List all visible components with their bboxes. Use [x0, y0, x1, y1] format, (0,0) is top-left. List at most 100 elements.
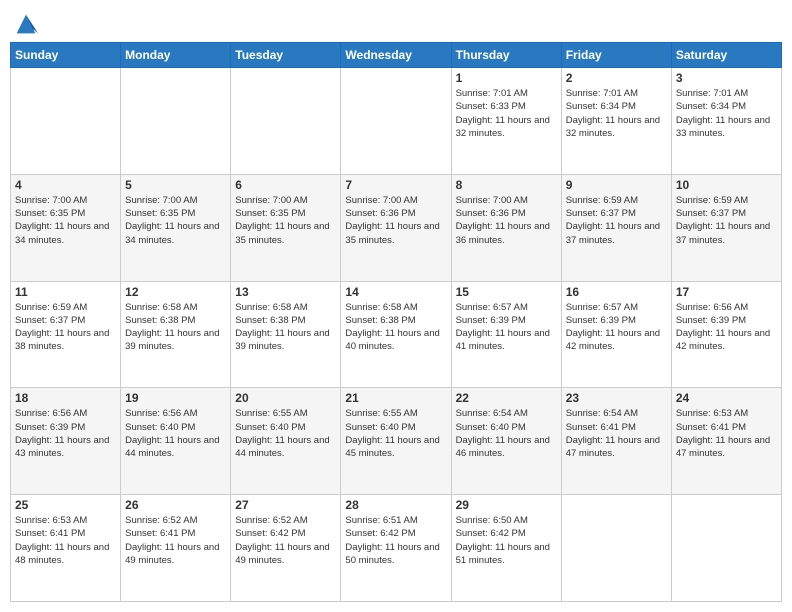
- day-info: Sunrise: 6:51 AM Sunset: 6:42 PM Dayligh…: [345, 514, 446, 567]
- calendar-cell: 15 Sunrise: 6:57 AM Sunset: 6:39 PM Dayli…: [451, 281, 561, 388]
- calendar-cell: 24 Sunrise: 6:53 AM Sunset: 6:41 PM Dayli…: [671, 388, 781, 495]
- day-info: Sunrise: 7:00 AM Sunset: 6:35 PM Dayligh…: [15, 194, 116, 247]
- calendar-cell: [121, 68, 231, 175]
- day-info: Sunrise: 6:53 AM Sunset: 6:41 PM Dayligh…: [676, 407, 777, 460]
- calendar-cell: 1 Sunrise: 7:01 AM Sunset: 6:33 PM Daylig…: [451, 68, 561, 175]
- day-number: 24: [676, 391, 777, 405]
- day-info: Sunrise: 6:53 AM Sunset: 6:41 PM Dayligh…: [15, 514, 116, 567]
- day-number: 12: [125, 285, 226, 299]
- day-number: 19: [125, 391, 226, 405]
- calendar-header-monday: Monday: [121, 43, 231, 68]
- day-number: 14: [345, 285, 446, 299]
- calendar-cell: 28Sunrise: 6:51 AM Sunset: 6:42 PM Dayli…: [341, 495, 451, 602]
- calendar-header-row: SundayMondayTuesdayWednesdayThursdayFrid…: [11, 43, 782, 68]
- day-number: 7: [345, 178, 446, 192]
- day-info: Sunrise: 6:59 AM Sunset: 6:37 PM Dayligh…: [15, 301, 116, 354]
- calendar-week-2: 4 Sunrise: 7:00 AM Sunset: 6:35 PM Daylig…: [11, 174, 782, 281]
- calendar-cell: [11, 68, 121, 175]
- logo-icon: [12, 10, 40, 38]
- day-info: Sunrise: 6:56 AM Sunset: 6:39 PM Dayligh…: [676, 301, 777, 354]
- day-info: Sunrise: 6:57 AM Sunset: 6:39 PM Dayligh…: [566, 301, 667, 354]
- day-info: Sunrise: 7:00 AM Sunset: 6:35 PM Dayligh…: [125, 194, 226, 247]
- day-info: Sunrise: 6:56 AM Sunset: 6:39 PM Dayligh…: [15, 407, 116, 460]
- day-number: 20: [235, 391, 336, 405]
- calendar-cell: 4 Sunrise: 7:00 AM Sunset: 6:35 PM Daylig…: [11, 174, 121, 281]
- calendar-cell: 19Sunrise: 6:56 AM Sunset: 6:40 PM Dayli…: [121, 388, 231, 495]
- calendar-cell: 7 Sunrise: 7:00 AM Sunset: 6:36 PM Daylig…: [341, 174, 451, 281]
- page: SundayMondayTuesdayWednesdayThursdayFrid…: [0, 0, 792, 612]
- calendar-cell: [671, 495, 781, 602]
- day-number: 6: [235, 178, 336, 192]
- calendar-cell: 25 Sunrise: 6:53 AM Sunset: 6:41 PM Dayli…: [11, 495, 121, 602]
- day-number: 1: [456, 71, 557, 85]
- day-info: Sunrise: 6:57 AM Sunset: 6:39 PM Dayligh…: [456, 301, 557, 354]
- calendar-cell: 3 Sunrise: 7:01 AM Sunset: 6:34 PM Daylig…: [671, 68, 781, 175]
- calendar-cell: 21 Sunrise: 6:55 AM Sunset: 6:40 PM Dayli…: [341, 388, 451, 495]
- day-number: 5: [125, 178, 226, 192]
- day-number: 2: [566, 71, 667, 85]
- day-number: 18: [15, 391, 116, 405]
- day-info: Sunrise: 6:58 AM Sunset: 6:38 PM Dayligh…: [235, 301, 336, 354]
- day-info: Sunrise: 6:55 AM Sunset: 6:40 PM Dayligh…: [235, 407, 336, 460]
- calendar-cell: 26Sunrise: 6:52 AM Sunset: 6:41 PM Dayli…: [121, 495, 231, 602]
- day-info: Sunrise: 7:00 AM Sunset: 6:36 PM Dayligh…: [456, 194, 557, 247]
- calendar-cell: [341, 68, 451, 175]
- calendar-header-wednesday: Wednesday: [341, 43, 451, 68]
- calendar-cell: 13 Sunrise: 6:58 AM Sunset: 6:38 PM Dayli…: [231, 281, 341, 388]
- day-info: Sunrise: 6:52 AM Sunset: 6:41 PM Dayligh…: [125, 514, 226, 567]
- day-number: 9: [566, 178, 667, 192]
- calendar-header-thursday: Thursday: [451, 43, 561, 68]
- day-info: Sunrise: 6:50 AM Sunset: 6:42 PM Dayligh…: [456, 514, 557, 567]
- calendar-cell: 12 Sunrise: 6:58 AM Sunset: 6:38 PM Dayli…: [121, 281, 231, 388]
- calendar-week-5: 25 Sunrise: 6:53 AM Sunset: 6:41 PM Dayli…: [11, 495, 782, 602]
- calendar-cell: 10 Sunrise: 6:59 AM Sunset: 6:37 PM Dayli…: [671, 174, 781, 281]
- calendar-cell: 2 Sunrise: 7:01 AM Sunset: 6:34 PM Daylig…: [561, 68, 671, 175]
- day-number: 13: [235, 285, 336, 299]
- calendar-cell: 18 Sunrise: 6:56 AM Sunset: 6:39 PM Dayli…: [11, 388, 121, 495]
- calendar-cell: 5 Sunrise: 7:00 AM Sunset: 6:35 PM Daylig…: [121, 174, 231, 281]
- calendar-cell: 16 Sunrise: 6:57 AM Sunset: 6:39 PM Dayli…: [561, 281, 671, 388]
- day-info: Sunrise: 6:59 AM Sunset: 6:37 PM Dayligh…: [676, 194, 777, 247]
- day-number: 17: [676, 285, 777, 299]
- day-info: Sunrise: 7:01 AM Sunset: 6:34 PM Dayligh…: [676, 87, 777, 140]
- day-number: 10: [676, 178, 777, 192]
- day-number: 11: [15, 285, 116, 299]
- day-info: Sunrise: 6:58 AM Sunset: 6:38 PM Dayligh…: [125, 301, 226, 354]
- day-info: Sunrise: 6:54 AM Sunset: 6:41 PM Dayligh…: [566, 407, 667, 460]
- day-info: Sunrise: 7:00 AM Sunset: 6:35 PM Dayligh…: [235, 194, 336, 247]
- logo: [10, 10, 40, 34]
- calendar-cell: 6 Sunrise: 7:00 AM Sunset: 6:35 PM Daylig…: [231, 174, 341, 281]
- calendar-cell: 14 Sunrise: 6:58 AM Sunset: 6:38 PM Dayli…: [341, 281, 451, 388]
- calendar-cell: 20 Sunrise: 6:55 AM Sunset: 6:40 PM Dayli…: [231, 388, 341, 495]
- calendar-cell: 11 Sunrise: 6:59 AM Sunset: 6:37 PM Dayli…: [11, 281, 121, 388]
- day-number: 16: [566, 285, 667, 299]
- day-number: 22: [456, 391, 557, 405]
- day-number: 8: [456, 178, 557, 192]
- calendar-cell: 9Sunrise: 6:59 AM Sunset: 6:37 PM Daylig…: [561, 174, 671, 281]
- calendar-table: SundayMondayTuesdayWednesdayThursdayFrid…: [10, 42, 782, 602]
- header: [10, 10, 782, 34]
- day-number: 23: [566, 391, 667, 405]
- day-info: Sunrise: 6:52 AM Sunset: 6:42 PM Dayligh…: [235, 514, 336, 567]
- calendar-header-friday: Friday: [561, 43, 671, 68]
- day-info: Sunrise: 6:55 AM Sunset: 6:40 PM Dayligh…: [345, 407, 446, 460]
- calendar-cell: [561, 495, 671, 602]
- day-number: 15: [456, 285, 557, 299]
- calendar-cell: 17 Sunrise: 6:56 AM Sunset: 6:39 PM Dayli…: [671, 281, 781, 388]
- day-number: 27: [235, 498, 336, 512]
- day-number: 3: [676, 71, 777, 85]
- day-number: 21: [345, 391, 446, 405]
- calendar-cell: 22Sunrise: 6:54 AM Sunset: 6:40 PM Dayli…: [451, 388, 561, 495]
- day-number: 25: [15, 498, 116, 512]
- day-number: 29: [456, 498, 557, 512]
- day-info: Sunrise: 6:58 AM Sunset: 6:38 PM Dayligh…: [345, 301, 446, 354]
- calendar-header-sunday: Sunday: [11, 43, 121, 68]
- day-info: Sunrise: 7:01 AM Sunset: 6:33 PM Dayligh…: [456, 87, 557, 140]
- calendar-cell: [231, 68, 341, 175]
- calendar-week-3: 11 Sunrise: 6:59 AM Sunset: 6:37 PM Dayli…: [11, 281, 782, 388]
- calendar-week-4: 18 Sunrise: 6:56 AM Sunset: 6:39 PM Dayli…: [11, 388, 782, 495]
- day-info: Sunrise: 7:01 AM Sunset: 6:34 PM Dayligh…: [566, 87, 667, 140]
- calendar-cell: 23 Sunrise: 6:54 AM Sunset: 6:41 PM Dayli…: [561, 388, 671, 495]
- day-info: Sunrise: 7:00 AM Sunset: 6:36 PM Dayligh…: [345, 194, 446, 247]
- day-number: 4: [15, 178, 116, 192]
